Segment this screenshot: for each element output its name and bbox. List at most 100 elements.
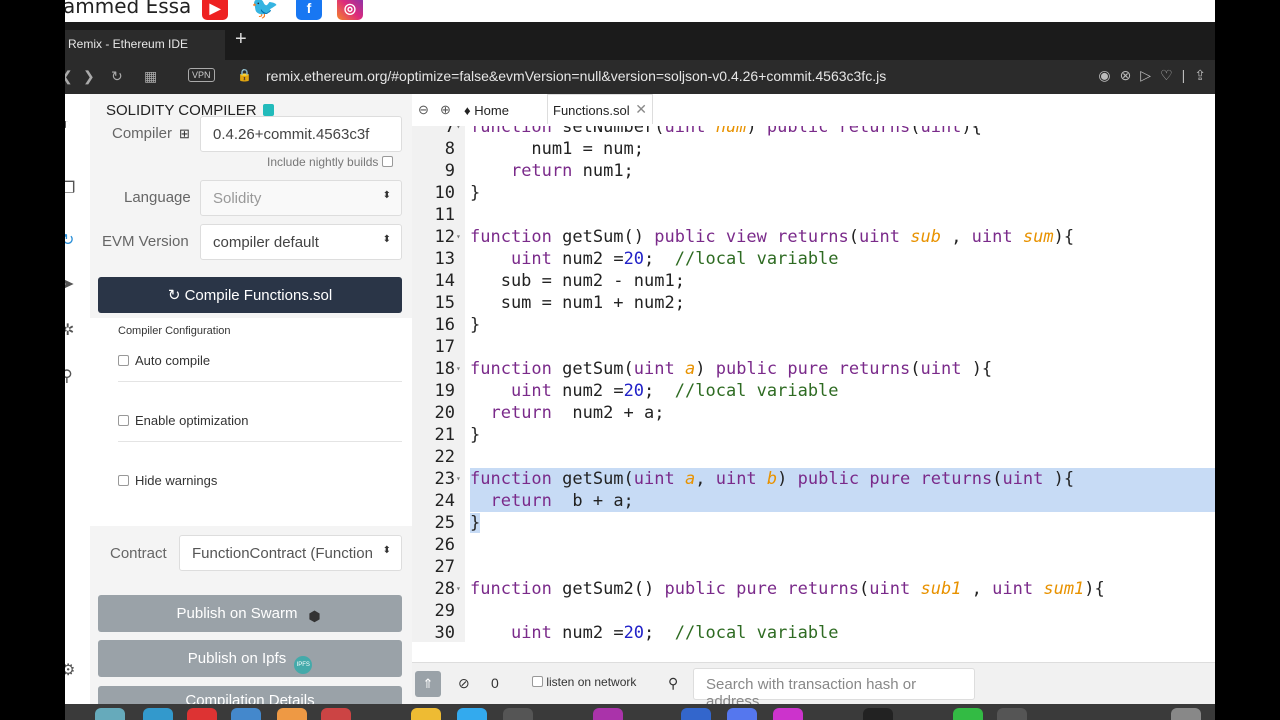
dock-app-icon[interactable]: [143, 708, 173, 720]
compiler-label: Compiler: [112, 125, 173, 142]
file-explorer-icon[interactable]: ❐: [65, 178, 81, 198]
dock-app-icon[interactable]: [1171, 708, 1201, 720]
dock-app-icon[interactable]: [863, 708, 893, 720]
publish-ipfs-button[interactable]: Publish on Ipfs IPFS: [98, 640, 402, 677]
browser-tabbar: Remix - Ethereum IDE +: [65, 22, 1215, 60]
vpn-badge[interactable]: VPN: [188, 68, 215, 82]
dock-app-icon[interactable]: [411, 708, 441, 720]
compilation-details-button[interactable]: Compilation Details: [98, 686, 402, 704]
code-line[interactable]: 11: [412, 204, 1215, 226]
config-title: Compiler Configuration: [118, 325, 231, 337]
dock-app-icon[interactable]: [681, 708, 711, 720]
code-line[interactable]: 8 num1 = num;: [412, 138, 1215, 160]
transaction-search-input[interactable]: Search with transaction hash or address: [693, 668, 975, 710]
screen: ammed Essa ▶ 🐦 f ◎ Remix - Ethereum IDE …: [65, 0, 1215, 720]
compiler-config-box: Compiler Configuration Auto compile Enab…: [90, 318, 412, 526]
listen-checkbox[interactable]: [532, 676, 543, 687]
add-compiler-icon[interactable]: ⊞: [179, 126, 190, 142]
settings-icon[interactable]: ⚙: [65, 660, 81, 680]
close-icon[interactable]: ✕: [635, 101, 647, 118]
clear-console-icon[interactable]: ⊘: [458, 675, 470, 692]
code-line[interactable]: 22: [412, 446, 1215, 468]
tab-functions-sol[interactable]: Functions.sol ✕: [547, 94, 653, 124]
zoom-out-icon[interactable]: ⊖: [418, 102, 429, 118]
code-line[interactable]: 28 ▾ function getSum2() public pure return…: [412, 578, 1215, 600]
code-line[interactable]: 30 uint num2 =20; //local variable: [412, 622, 1215, 642]
tab-home[interactable]: ♦ Home: [464, 103, 509, 118]
code-line[interactable]: 9 return num1;: [412, 160, 1215, 182]
nightly-builds-option[interactable]: Include nightly builds: [267, 155, 393, 169]
remix-logo-icon[interactable]: ◐: [65, 116, 81, 134]
code-line-selected[interactable]: 25}: [412, 512, 1215, 534]
hide-warnings-checkbox[interactable]: [118, 475, 129, 486]
dock-app-icon[interactable]: [997, 708, 1027, 720]
code-area[interactable]: 7 ▾ function setNumber(uint num) public re…: [412, 116, 1215, 642]
optimization-checkbox[interactable]: [118, 415, 129, 426]
code-line[interactable]: 29: [412, 600, 1215, 622]
plugin-manager-icon[interactable]: ⚲: [65, 366, 81, 386]
address-bar: ❮ ❯ ↻ ▦ VPN 🔒 remix.ethereum.org/#optimi…: [65, 60, 1215, 94]
code-line[interactable]: 17: [412, 336, 1215, 358]
publish-swarm-button[interactable]: Publish on Swarm ⬢: [98, 595, 402, 632]
language-select[interactable]: Solidity ⬍: [200, 180, 402, 216]
facebook-icon: f: [296, 0, 322, 20]
video-banner: ammed Essa ▶ 🐦 f ◎: [65, 0, 1215, 22]
chevron-down-icon: ⬍: [378, 545, 391, 556]
dock-app-icon[interactable]: [457, 708, 487, 720]
expand-terminal-button[interactable]: ⇑: [415, 671, 441, 697]
url-field[interactable]: remix.ethereum.org/#optimize=false&evmVe…: [266, 68, 886, 84]
new-tab-button[interactable]: +: [235, 28, 247, 51]
browser-tab[interactable]: Remix - Ethereum IDE: [65, 30, 225, 60]
code-line[interactable]: 14 sub = num2 - num1;: [412, 270, 1215, 292]
dock-app-icon[interactable]: [321, 708, 351, 720]
refresh-icon: ↻: [167, 287, 181, 304]
listen-network-option[interactable]: listen on network: [532, 675, 636, 689]
compile-button[interactable]: ↻ Compile Functions.sol: [98, 277, 402, 313]
dock-app-icon[interactable]: [727, 708, 757, 720]
code-line[interactable]: 21}: [412, 424, 1215, 446]
code-line[interactable]: 15 sum = num1 + num2;: [412, 292, 1215, 314]
dock-app-icon[interactable]: [593, 708, 623, 720]
address-bar-icons[interactable]: ◉⊗▷♡|⇪: [1098, 67, 1215, 84]
code-line[interactable]: 26: [412, 534, 1215, 556]
dock-app-icon[interactable]: [231, 708, 261, 720]
code-line-selected[interactable]: 24 return b + a;: [412, 490, 1215, 512]
code-line[interactable]: 13 uint num2 =20; //local variable: [412, 248, 1215, 270]
code-line[interactable]: 27: [412, 556, 1215, 578]
nightly-checkbox[interactable]: [381, 156, 393, 167]
code-line-selected[interactable]: 23 ▾ function getSum(uint a, uint b) publi…: [412, 468, 1215, 490]
contract-label: Contract: [110, 545, 167, 562]
dock-app-icon[interactable]: [95, 708, 125, 720]
code-line[interactable]: 16}: [412, 314, 1215, 336]
code-line[interactable]: 12 ▾ function getSum() public view returns…: [412, 226, 1215, 248]
twitter-icon: 🐦: [251, 0, 279, 20]
optimization-option[interactable]: Enable optimization: [118, 413, 248, 428]
hide-warnings-option[interactable]: Hide warnings: [118, 473, 217, 488]
dock-app-icon[interactable]: [773, 708, 803, 720]
code-line[interactable]: 20 return num2 + a;: [412, 402, 1215, 424]
debugger-icon[interactable]: ✲: [65, 320, 81, 340]
terminal-bar: ⇑ ⊘ 0 listen on network ⚲ Search with tr…: [412, 662, 1215, 710]
contract-select[interactable]: FunctionContract (Function ⬍: [179, 535, 402, 571]
doc-icon[interactable]: [262, 104, 274, 116]
back-icon[interactable]: ❮: [65, 68, 73, 85]
auto-compile-option[interactable]: Auto compile: [118, 353, 210, 368]
auto-compile-checkbox[interactable]: [118, 355, 129, 366]
code-line[interactable]: 19 uint num2 =20; //local variable: [412, 380, 1215, 402]
grid-icon[interactable]: ▦: [144, 68, 157, 85]
evm-version-select[interactable]: compiler default ⬍: [200, 224, 402, 260]
dock-app-icon[interactable]: [187, 708, 217, 720]
solidity-compiler-icon[interactable]: ↻: [65, 230, 81, 250]
dock-app-icon[interactable]: [953, 708, 983, 720]
dock-app-icon[interactable]: [277, 708, 307, 720]
forward-icon[interactable]: ❯: [83, 68, 95, 85]
dock-app-icon[interactable]: [503, 708, 533, 720]
code-line[interactable]: 18 ▾ function getSum(uint a) public pure r…: [412, 358, 1215, 380]
reload-icon[interactable]: ↻: [111, 68, 123, 85]
compiler-version-select[interactable]: 0.4.26+commit.4563c3f: [200, 116, 402, 152]
swarm-icon: ⬢: [308, 608, 321, 624]
zoom-in-icon[interactable]: ⊕: [440, 102, 451, 118]
deploy-run-icon[interactable]: ➤: [65, 274, 81, 294]
instagram-icon: ◎: [337, 0, 363, 20]
code-line[interactable]: 10}: [412, 182, 1215, 204]
